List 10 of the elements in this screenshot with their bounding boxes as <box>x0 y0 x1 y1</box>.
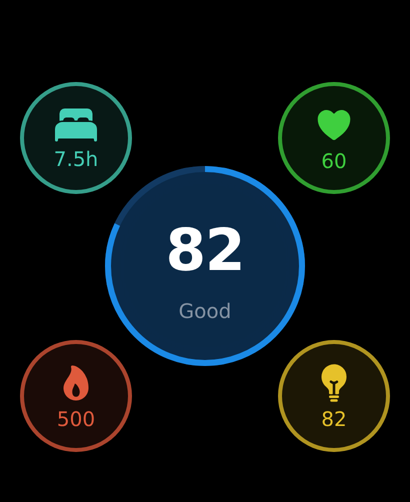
metric-value: 82 <box>321 409 347 429</box>
metric-badge[interactable]: 500 <box>20 340 132 452</box>
metric-badge[interactable]: 82 <box>278 340 390 452</box>
metric-value: 500 <box>56 409 96 429</box>
metric-badge[interactable]: 60 <box>278 82 390 194</box>
metric-value: 7.5h <box>54 149 98 169</box>
metric-badge[interactable]: 7.5h <box>20 82 132 194</box>
score-value: 82 <box>166 221 244 279</box>
score-label: Good <box>178 301 232 321</box>
metric-value: 60 <box>321 151 347 171</box>
